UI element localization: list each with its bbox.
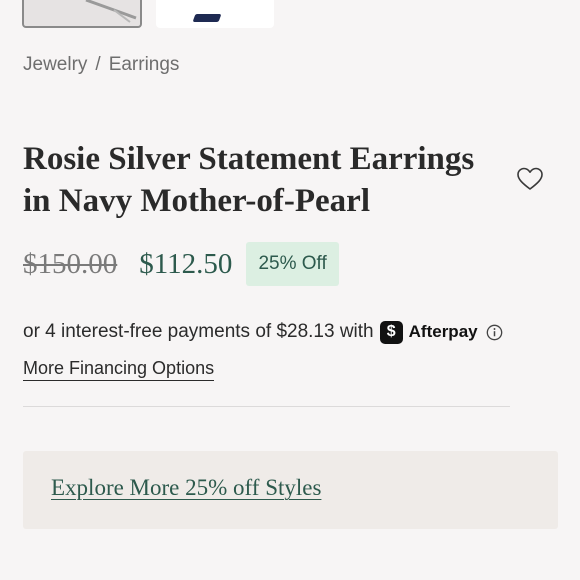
afterpay-row: or 4 interest-free payments of $28.13 wi…: [23, 318, 503, 346]
info-circle-icon[interactable]: [486, 324, 503, 341]
breadcrumb-item-earrings[interactable]: Earrings: [109, 54, 180, 76]
discount-badge: 25% Off: [246, 242, 339, 286]
product-title: Rosie Silver Statement Earrings in Navy …: [23, 141, 475, 219]
explore-more-styles-link[interactable]: Explore More 25% off Styles: [51, 475, 321, 501]
original-price: $150.00: [23, 247, 118, 280]
sale-price: $112.50: [139, 247, 233, 280]
afterpay-text: or 4 interest-free payments of $28.13 wi…: [23, 321, 374, 342]
divider: [23, 406, 510, 407]
breadcrumb-item-jewelry[interactable]: Jewelry: [23, 54, 87, 76]
price-row: $150.00 $112.50 25% Off: [23, 242, 339, 286]
afterpay-logo-icon: $: [379, 320, 403, 344]
promo-box: Explore More 25% off Styles: [23, 451, 558, 529]
breadcrumb-separator: /: [95, 54, 101, 75]
breadcrumb: Jewelry / Earrings: [23, 54, 179, 76]
thumbnail-2[interactable]: [156, 0, 274, 28]
more-financing-options-link[interactable]: More Financing Options: [23, 358, 215, 381]
thumbnail-1[interactable]: [22, 0, 142, 28]
afterpay-brand: Afterpay: [408, 322, 478, 341]
image-thumbnails: [22, 0, 282, 28]
earring-image-icon: [85, 0, 137, 23]
navy-stone-image: [192, 14, 222, 22]
wishlist-button[interactable]: [516, 166, 544, 192]
heart-outline-icon: [517, 167, 543, 190]
